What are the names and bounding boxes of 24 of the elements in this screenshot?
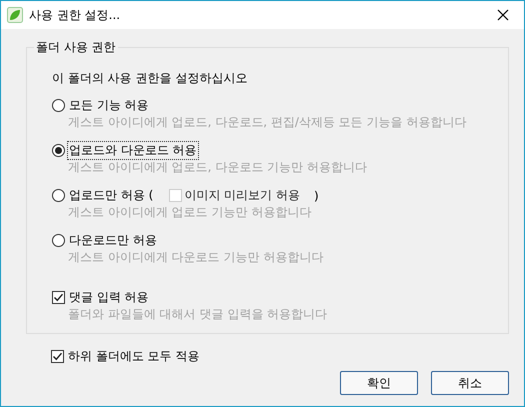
radio-button[interactable] [52,144,65,157]
radio-button[interactable] [52,189,65,202]
checkbox-label[interactable]: 하위 폴더에도 모두 적용 [66,347,202,366]
instruction-text: 이 폴더의 사용 권한을 설정하십시오 [52,70,248,87]
option-description: 게스트 아이디에게 업로드, 다운로드, 편집/삭제등 모든 기능을 허용합니다 [68,114,468,131]
option-label[interactable]: 업로드만 허용 ( [67,186,156,205]
cancel-button[interactable]: 취소 [431,371,509,395]
radio-button[interactable] [52,234,65,247]
option-description: 게스트 아이디에게 다운로드 기능만 허용합니다 [68,249,324,266]
option-label[interactable]: 모든 기능 허용 [67,96,151,115]
window-title: 사용 권한 설정... [29,6,122,24]
group-title: 폴더 사용 권한 [34,39,118,56]
radio-button[interactable] [52,99,65,112]
option-description: 게스트 아이디에게 업로드, 다운로드 기능만 허용합니다 [68,159,368,176]
option-description: 폴더와 파일들에 대해서 댓글 입력을 허용합니다 [68,306,328,323]
ok-button[interactable]: 확인 [340,371,418,395]
checkbox-label[interactable]: 댓글 입력 허용 [67,288,151,307]
option-label[interactable]: 업로드와 다운로드 허용 [67,141,199,160]
option-description: 게스트 아이디에게 업로드 기능만 허용합니다 [68,204,312,221]
leaf-icon [7,7,23,23]
option-label: ) [314,188,319,202]
checkbox[interactable] [52,291,65,304]
checkbox[interactable] [51,350,64,363]
option-label[interactable]: 다운로드만 허용 [67,231,159,250]
